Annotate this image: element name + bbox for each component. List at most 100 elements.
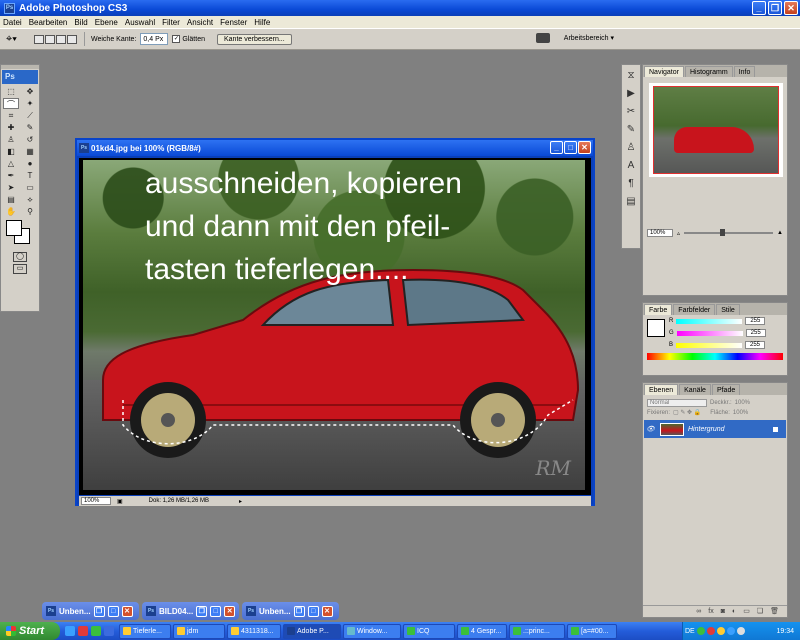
- doc-maximize-button[interactable]: □: [564, 141, 577, 154]
- taskbar-item[interactable]: ICQ: [403, 623, 455, 639]
- volume-icon[interactable]: [736, 627, 745, 635]
- tab-layers[interactable]: Ebenen: [644, 384, 679, 395]
- taskbar-item[interactable]: [a=#00...: [567, 623, 617, 639]
- history-brush-icon[interactable]: ↺: [22, 134, 38, 145]
- feather-input[interactable]: [140, 33, 169, 45]
- blend-mode-dropdown[interactable]: Normal: [647, 399, 707, 407]
- zoom-out-icon[interactable]: ▵: [677, 230, 680, 237]
- group-icon[interactable]: ▭: [743, 606, 750, 617]
- minimize-button[interactable]: _: [752, 1, 766, 15]
- eraser-tool-icon[interactable]: ◧: [3, 146, 19, 157]
- minimized-doc[interactable]: Ps BILD04... ❐ □ ✕: [142, 602, 239, 620]
- menu-fenster[interactable]: Fenster: [220, 18, 247, 27]
- tray-icon[interactable]: [706, 627, 715, 635]
- tab-swatches[interactable]: Farbfelder: [673, 304, 716, 315]
- intersect-selection-icon[interactable]: [67, 34, 77, 44]
- brushes-icon[interactable]: ✎: [624, 123, 638, 137]
- close-icon[interactable]: ✕: [224, 605, 236, 617]
- browser-icon[interactable]: [65, 626, 75, 636]
- chevron-down-icon[interactable]: ▾: [609, 34, 614, 42]
- taskbar-item[interactable]: Window...: [343, 623, 401, 639]
- polygonal-lasso-icon[interactable]: ⌖▾: [6, 32, 24, 46]
- tray-icon[interactable]: [726, 627, 735, 635]
- channel-b-slider[interactable]: [676, 342, 743, 348]
- menu-bild[interactable]: Bild: [74, 18, 87, 27]
- tab-color[interactable]: Farbe: [644, 304, 673, 315]
- maximize-icon[interactable]: □: [307, 605, 319, 617]
- tool-presets-icon[interactable]: ✂: [624, 105, 638, 119]
- icq-icon[interactable]: [91, 626, 101, 636]
- menu-filter[interactable]: Filter: [162, 18, 180, 27]
- character-icon[interactable]: A: [624, 159, 638, 173]
- tab-histogram[interactable]: Histogramm: [684, 66, 733, 77]
- color-spectrum[interactable]: [647, 353, 783, 360]
- type-tool-icon[interactable]: T: [22, 170, 38, 181]
- hand-tool-icon[interactable]: ✋: [3, 206, 19, 217]
- subtract-selection-icon[interactable]: [56, 34, 66, 44]
- menu-auswahl[interactable]: Auswahl: [125, 18, 155, 27]
- restore-icon[interactable]: ❐: [196, 605, 208, 617]
- new-selection-icon[interactable]: [34, 34, 44, 44]
- messenger-icon[interactable]: [104, 626, 114, 636]
- taskbar-item[interactable]: 4 Gespr...: [457, 623, 507, 639]
- camera-icon[interactable]: [535, 33, 550, 43]
- taskbar-item[interactable]: 4311318...: [227, 623, 281, 639]
- tab-channels[interactable]: Kanäle: [679, 384, 711, 395]
- navigator-zoom-input[interactable]: 100%: [647, 229, 673, 237]
- channel-b-value[interactable]: 255: [745, 341, 766, 349]
- fill-value[interactable]: 100%: [733, 410, 748, 416]
- foreground-color-swatch[interactable]: [6, 220, 22, 236]
- close-icon[interactable]: ✕: [321, 605, 333, 617]
- channel-r-slider[interactable]: [676, 318, 743, 324]
- link-layers-icon[interactable]: ∞: [696, 606, 701, 617]
- doc-close-button[interactable]: ✕: [578, 141, 591, 154]
- shape-tool-icon[interactable]: ▭: [22, 182, 38, 193]
- tab-styles[interactable]: Stile: [716, 304, 740, 315]
- workspace-dropdown[interactable]: Arbeitsbereich: [564, 35, 609, 42]
- color-panel-swatch[interactable]: [647, 319, 665, 337]
- minimized-doc[interactable]: Ps Unben... ❐ □ ✕: [42, 602, 139, 620]
- language-indicator[interactable]: DE: [685, 628, 695, 635]
- crop-tool-icon[interactable]: ⌗: [3, 110, 19, 121]
- taskbar-item[interactable]: Adobe P...: [283, 623, 341, 639]
- restore-icon[interactable]: ❐: [293, 605, 305, 617]
- screen-mode-icon[interactable]: ▭: [13, 264, 27, 274]
- channel-r-value[interactable]: 255: [745, 317, 766, 325]
- image-canvas[interactable]: ausschneiden, kopieren und dann mit den …: [79, 158, 591, 495]
- taskbar-item[interactable]: jdm: [173, 623, 225, 639]
- tab-info[interactable]: Info: [733, 66, 756, 77]
- start-button[interactable]: Start: [0, 622, 60, 640]
- zoom-in-icon[interactable]: ▲: [777, 230, 783, 236]
- maximize-icon[interactable]: □: [210, 605, 222, 617]
- magic-wand-icon[interactable]: ✦: [22, 98, 38, 109]
- zoom-slider[interactable]: [684, 229, 774, 236]
- channel-g-slider[interactable]: [676, 330, 743, 336]
- document-title-bar[interactable]: Ps 01kd4.jpg bei 100% (RGB/8#) _ □ ✕: [77, 140, 593, 156]
- layer-row[interactable]: 👁 Hintergrund: [644, 420, 786, 438]
- menu-hilfe[interactable]: Hilfe: [254, 18, 270, 27]
- lock-icon[interactable]: ▢ ✎ ✥ 🔒: [673, 409, 701, 416]
- eyedropper-icon[interactable]: ⟡: [22, 194, 38, 205]
- taskbar-item[interactable]: .::princ...: [509, 623, 565, 639]
- menu-ebene[interactable]: Ebene: [95, 18, 118, 27]
- path-select-icon[interactable]: ➤: [3, 182, 19, 193]
- trash-icon[interactable]: 🗑: [770, 606, 779, 617]
- lasso-tool-icon[interactable]: ⌒: [3, 98, 19, 109]
- actions-icon[interactable]: ▶: [624, 87, 638, 101]
- maximize-icon[interactable]: □: [107, 605, 119, 617]
- tab-paths[interactable]: Pfade: [711, 384, 741, 395]
- status-icon[interactable]: ▣: [117, 498, 123, 505]
- clone-stamp-icon[interactable]: ♙: [3, 134, 19, 145]
- restore-icon[interactable]: ❐: [93, 605, 105, 617]
- pen-tool-icon[interactable]: ✒: [3, 170, 19, 181]
- fx-icon[interactable]: fx: [708, 606, 713, 617]
- navigator-preview[interactable]: [649, 83, 783, 177]
- add-selection-icon[interactable]: [45, 34, 55, 44]
- close-icon[interactable]: ✕: [121, 605, 133, 617]
- paragraph-icon[interactable]: ¶: [624, 177, 638, 191]
- menu-ansicht[interactable]: Ansicht: [187, 18, 213, 27]
- tab-navigator[interactable]: Navigator: [644, 66, 684, 77]
- menu-datei[interactable]: Datei: [3, 18, 22, 27]
- clone-source-icon[interactable]: ♙: [624, 141, 638, 155]
- menu-bearbeiten[interactable]: Bearbeiten: [29, 18, 68, 27]
